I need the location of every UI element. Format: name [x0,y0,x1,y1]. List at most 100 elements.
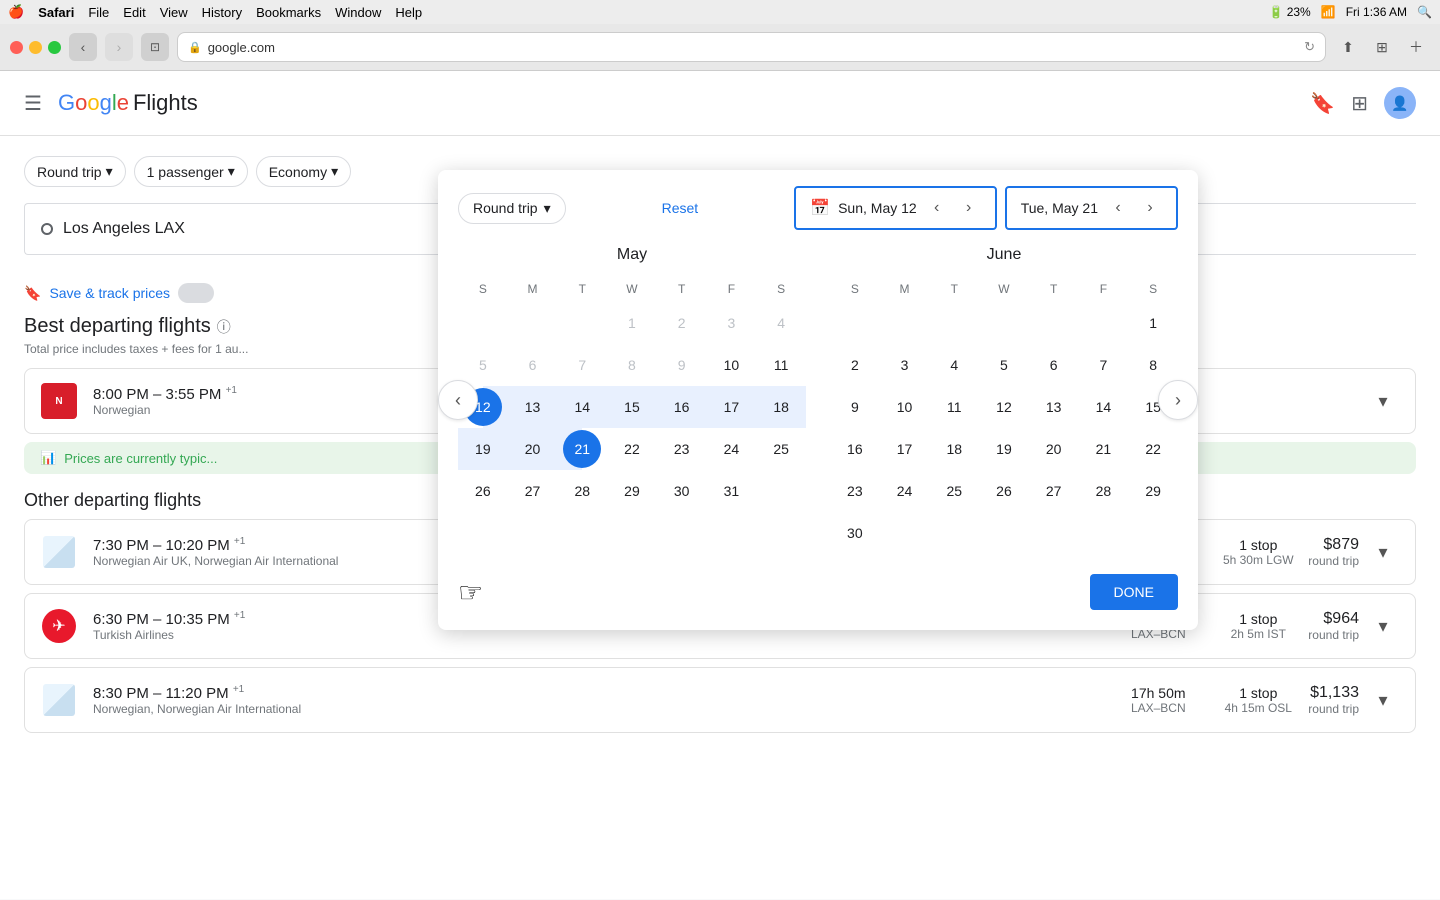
june-23-cell[interactable]: 23 [830,470,880,512]
flight-2-expand-button[interactable]: ▾ [1367,610,1399,642]
may-21-cell[interactable]: 21 [557,428,607,470]
may-20-button[interactable]: 20 [514,430,552,468]
address-bar[interactable]: 🔒 google.com ↻ [177,32,1326,62]
june-20-cell[interactable]: 20 [1029,428,1079,470]
june-20-button[interactable]: 20 [1035,430,1073,468]
june-26-cell[interactable]: 26 [979,470,1029,512]
share-button[interactable]: ⬆ [1334,33,1362,61]
may-17-cell[interactable]: 17 [707,386,757,428]
may-8-button[interactable]: 8 [613,346,651,384]
may-22-button[interactable]: 22 [613,430,651,468]
june-11-button[interactable]: 11 [935,388,973,426]
may-day-4[interactable]: 4 [756,302,806,344]
may-24-button[interactable]: 24 [712,430,750,468]
may-23-button[interactable]: 23 [663,430,701,468]
june-28-cell[interactable]: 28 [1079,470,1129,512]
depart-date-selector[interactable]: 📅 Sun, May 12 ‹ › [794,186,997,230]
help-menu[interactable]: Help [395,5,422,20]
best-flight-expand-button[interactable]: ▾ [1367,385,1399,417]
may-3-button[interactable]: 3 [712,304,750,342]
may-day-1[interactable]: 1 [607,302,657,344]
june-13-button[interactable]: 13 [1035,388,1073,426]
june-2-cell[interactable]: 2 [830,344,880,386]
june-5-cell[interactable]: 5 [979,344,1029,386]
may-2-button[interactable]: 2 [663,304,701,342]
june-18-button[interactable]: 18 [935,430,973,468]
june-27-button[interactable]: 27 [1035,472,1073,510]
may-day-3[interactable]: 3 [707,302,757,344]
minimize-window-button[interactable] [29,41,42,54]
may-day-6[interactable]: 6 [508,344,558,386]
june-8-cell[interactable]: 8 [1128,344,1178,386]
may-19-cell[interactable]: 19 [458,428,508,470]
may-6-button[interactable]: 6 [514,346,552,384]
june-10-button[interactable]: 10 [886,388,924,426]
june-30-cell[interactable]: 30 [830,512,880,554]
view-menu[interactable]: View [160,5,188,20]
fullscreen-window-button[interactable] [48,41,61,54]
may-day-2[interactable]: 2 [657,302,707,344]
june-17-cell[interactable]: 17 [880,428,930,470]
calendar-roundtrip-button[interactable]: Round trip ▾ [458,193,566,224]
may-13-cell[interactable]: 13 [508,386,558,428]
save-track-toggle[interactable] [178,283,214,303]
june-28-button[interactable]: 28 [1084,472,1122,510]
june-14-cell[interactable]: 14 [1079,386,1129,428]
return-next-button[interactable]: › [1138,196,1162,220]
june-16-button[interactable]: 16 [836,430,874,468]
reload-icon[interactable]: ↻ [1304,39,1315,55]
june-3-cell[interactable]: 3 [880,344,930,386]
may-day-10[interactable]: 10 [707,344,757,386]
other-flight-3[interactable]: 8:30 PM – 11:20 PM +1 Norwegian, Norwegi… [24,667,1416,733]
june-6-cell[interactable]: 6 [1029,344,1079,386]
may-5-button[interactable]: 5 [464,346,502,384]
june-21-button[interactable]: 21 [1084,430,1122,468]
may-16-button[interactable]: 16 [663,388,701,426]
may-25-button[interactable]: 25 [762,430,800,468]
june-21-cell[interactable]: 21 [1079,428,1129,470]
june-30-button[interactable]: 30 [836,514,874,552]
june-7-cell[interactable]: 7 [1079,344,1129,386]
june-11-cell[interactable]: 11 [929,386,979,428]
may-day-5[interactable]: 5 [458,344,508,386]
may-9-button[interactable]: 9 [663,346,701,384]
bookmark-icon[interactable]: 🔖 [1310,91,1335,116]
june-13-cell[interactable]: 13 [1029,386,1079,428]
june-19-cell[interactable]: 19 [979,428,1029,470]
june-14-button[interactable]: 14 [1084,388,1122,426]
return-prev-button[interactable]: ‹ [1106,196,1130,220]
june-4-button[interactable]: 4 [935,346,973,384]
file-menu[interactable]: File [88,5,109,20]
done-button[interactable]: DONE [1090,574,1178,610]
june-17-button[interactable]: 17 [886,430,924,468]
june-29-cell[interactable]: 29 [1128,470,1178,512]
may-4-button[interactable]: 4 [762,304,800,342]
window-menu[interactable]: Window [335,5,381,20]
june-8-button[interactable]: 8 [1134,346,1172,384]
may-day-7[interactable]: 7 [557,344,607,386]
june-18-cell[interactable]: 18 [929,428,979,470]
add-button[interactable]: ＋ [1402,33,1430,61]
flight-3-expand-button[interactable]: ▾ [1367,684,1399,716]
may-14-button[interactable]: 14 [563,388,601,426]
may-14-cell[interactable]: 14 [557,386,607,428]
may-11-button[interactable]: 11 [762,346,800,384]
flight-1-expand-button[interactable]: ▾ [1367,536,1399,568]
may-day-9[interactable]: 9 [657,344,707,386]
may-18-button[interactable]: 18 [762,388,800,426]
depart-prev-button[interactable]: ‹ [925,196,949,220]
may-30-button[interactable]: 30 [663,472,701,510]
may-21-button[interactable]: 21 [563,430,601,468]
may-20-cell[interactable]: 20 [508,428,558,470]
may-day-11[interactable]: 11 [756,344,806,386]
passengers-filter[interactable]: 1 passenger ▾ [134,156,248,187]
search-spotlight-icon[interactable]: 🔍 [1417,5,1432,19]
forward-button[interactable]: › [105,33,133,61]
may-30-cell[interactable]: 30 [657,470,707,512]
june-19-button[interactable]: 19 [985,430,1023,468]
may-31-cell[interactable]: 31 [707,470,757,512]
trip-type-filter[interactable]: Round trip ▾ [24,156,126,187]
june-29-button[interactable]: 29 [1134,472,1172,510]
may-day-8[interactable]: 8 [607,344,657,386]
bookmarks-menu[interactable]: Bookmarks [256,5,321,20]
